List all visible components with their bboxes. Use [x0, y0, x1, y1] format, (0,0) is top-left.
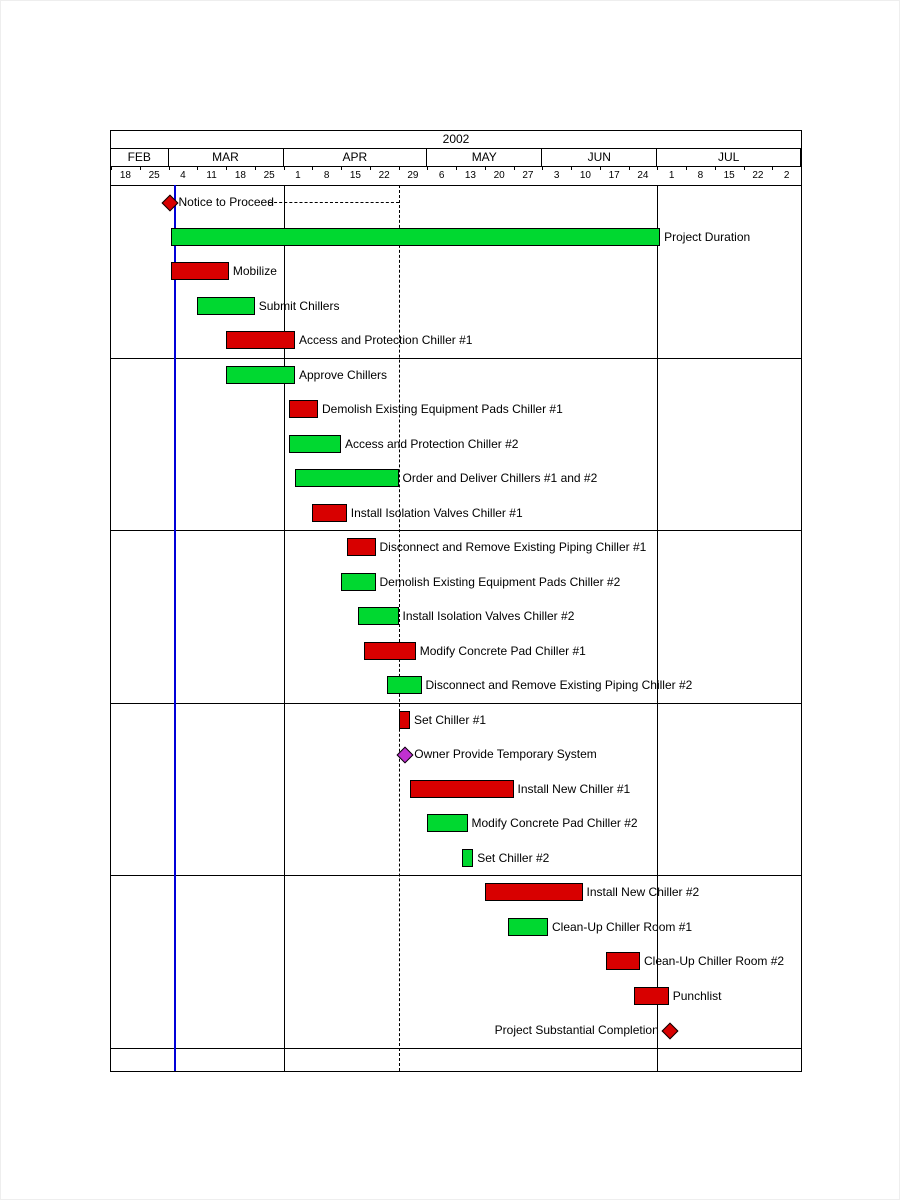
milestone-label: Notice to Proceed — [179, 193, 274, 211]
today-line — [174, 185, 176, 1071]
week-tick: 1 — [284, 166, 313, 185]
week-tick: 25 — [140, 166, 169, 185]
gantt-bar — [226, 331, 295, 349]
gantt-bar — [289, 435, 341, 453]
week-tick: 24 — [629, 166, 658, 185]
row-grid-line — [111, 703, 801, 704]
gantt-bar — [347, 538, 376, 556]
week-tick: 29 — [399, 166, 428, 185]
row-grid-line — [111, 358, 801, 359]
gantt-chart: 2002 FEBMARAPRMAYJUNJUL 1825411182518152… — [110, 130, 802, 1072]
task-label: Project Duration — [664, 228, 750, 246]
task-label: Set Chiller #1 — [414, 711, 486, 729]
gantt-bar — [606, 952, 641, 970]
weeks-row: 1825411182518152229613202731017241815222 — [111, 166, 801, 185]
task-label: Clean-Up Chiller Room #1 — [552, 918, 692, 936]
gantt-bar — [387, 676, 422, 694]
page: 2002 FEBMARAPRMAYJUNJUL 1825411182518152… — [0, 0, 900, 1200]
task-label: Order and Deliver Chillers #1 and #2 — [403, 469, 598, 487]
dashed-grid-line — [284, 185, 285, 1071]
gantt-bar — [171, 228, 660, 246]
month-label: FEB — [111, 148, 169, 166]
row-grid-line — [111, 875, 801, 876]
task-label: Approve Chillers — [299, 366, 387, 384]
dashed-grid-line — [657, 185, 658, 1071]
task-label: Modify Concrete Pad Chiller #2 — [472, 814, 638, 832]
year-label: 2002 — [111, 131, 801, 149]
week-tick: 1 — [657, 166, 686, 185]
gantt-bar — [295, 469, 399, 487]
chart-header: 2002 FEBMARAPRMAYJUNJUL 1825411182518152… — [111, 131, 801, 186]
gantt-bar — [427, 814, 467, 832]
gantt-bar — [289, 400, 318, 418]
task-label: Mobilize — [233, 262, 277, 280]
week-tick: 2 — [772, 166, 801, 185]
task-label: Access and Protection Chiller #1 — [299, 331, 472, 349]
task-label: Demolish Existing Equipment Pads Chiller… — [322, 400, 563, 418]
task-label: Install New Chiller #1 — [518, 780, 631, 798]
task-label: Disconnect and Remove Existing Piping Ch… — [380, 538, 647, 556]
week-tick: 22 — [370, 166, 399, 185]
week-tick: 6 — [427, 166, 456, 185]
task-label: Demolish Existing Equipment Pads Chiller… — [380, 573, 621, 591]
task-label: Access and Protection Chiller #2 — [345, 435, 518, 453]
week-tick: 15 — [341, 166, 370, 185]
row-grid-line — [111, 530, 801, 531]
week-tick: 8 — [312, 166, 341, 185]
row-grid-line — [111, 1048, 801, 1049]
week-tick: 27 — [514, 166, 543, 185]
gantt-bar — [312, 504, 347, 522]
milestone-label: Owner Provide Temporary System — [414, 745, 597, 763]
gantt-bar — [364, 642, 416, 660]
week-tick: 20 — [485, 166, 514, 185]
week-tick: 11 — [197, 166, 226, 185]
milestone-diamond-icon — [661, 1023, 678, 1040]
dashed-grid-line — [399, 185, 400, 1071]
milestone-label: Project Substantial Completion — [495, 1021, 659, 1039]
task-label: Submit Chillers — [259, 297, 340, 315]
week-tick: 15 — [715, 166, 744, 185]
month-label: MAY — [427, 148, 542, 166]
task-label: Clean-Up Chiller Room #2 — [644, 952, 784, 970]
task-label: Disconnect and Remove Existing Piping Ch… — [426, 676, 693, 694]
gantt-bar — [462, 849, 474, 867]
gantt-bar — [410, 780, 514, 798]
month-label: APR — [284, 148, 428, 166]
month-label: MAR — [169, 148, 284, 166]
task-label: Punchlist — [673, 987, 722, 1005]
week-tick: 17 — [600, 166, 629, 185]
week-tick: 3 — [542, 166, 571, 185]
gantt-bar — [341, 573, 376, 591]
week-tick: 18 — [226, 166, 255, 185]
gantt-bar — [634, 987, 669, 1005]
gantt-bar — [171, 262, 229, 280]
week-tick: 18 — [111, 166, 140, 185]
task-label: Install Isolation Valves Chiller #2 — [403, 607, 575, 625]
task-label: Set Chiller #2 — [477, 849, 549, 867]
week-tick: 22 — [744, 166, 773, 185]
task-label: Install New Chiller #2 — [587, 883, 700, 901]
dependency-connector — [269, 202, 399, 203]
week-tick: 4 — [169, 166, 198, 185]
task-label: Modify Concrete Pad Chiller #1 — [420, 642, 586, 660]
gantt-bar — [485, 883, 583, 901]
week-tick: 8 — [686, 166, 715, 185]
week-tick: 10 — [571, 166, 600, 185]
month-label: JUN — [542, 148, 657, 166]
gantt-bar — [197, 297, 255, 315]
chart-body: Notice to Proceed Project Duration Mobiliz… — [111, 185, 801, 1071]
gantt-bar — [399, 711, 411, 729]
week-tick: 13 — [456, 166, 485, 185]
gantt-bar — [358, 607, 398, 625]
months-row: FEBMARAPRMAYJUNJUL — [111, 148, 801, 167]
month-label: JUL — [657, 148, 801, 166]
gantt-bar — [226, 366, 295, 384]
week-tick: 25 — [255, 166, 284, 185]
gantt-bar — [508, 918, 548, 936]
task-label: Install Isolation Valves Chiller #1 — [351, 504, 523, 522]
